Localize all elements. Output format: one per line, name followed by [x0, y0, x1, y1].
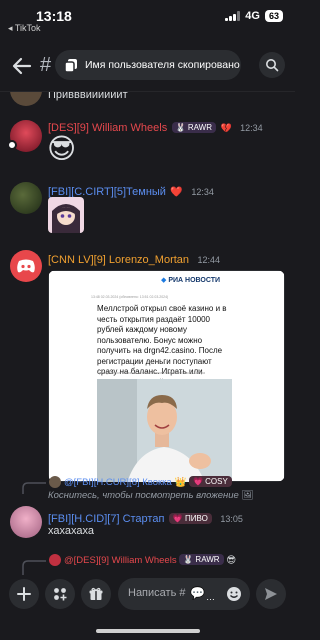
timestamp: 12:34 — [240, 123, 263, 133]
search-icon — [266, 59, 279, 72]
username[interactable]: [CNN LV][9] Lorenzo_Mortan — [48, 254, 189, 266]
input-placeholder: Написать # — [128, 587, 186, 599]
reply-username: @[DES][9] William Wheels — [64, 555, 177, 566]
role-badge: 🐰 RAWR — [179, 554, 224, 565]
article-text: Меллстрой открыл своё казино и в честь о… — [97, 304, 227, 387]
timestamp: 12:44 — [197, 255, 221, 265]
send-button[interactable] — [256, 579, 286, 609]
copy-icon — [64, 59, 77, 73]
role-badge: 💗 COSY — [188, 476, 232, 487]
message-header: [DES][9] William Wheels 🐰 RAWR 💔 12:34 — [48, 118, 263, 136]
message-text: Привввиииииит — [48, 92, 128, 101]
ria-logo: ◆ РИА НОВОСТИ — [161, 277, 221, 284]
status-indicator — [7, 140, 17, 150]
avatar[interactable] — [10, 182, 42, 214]
role-badge: 💗 ПИВО — [168, 513, 212, 524]
timestamp: 13:05 — [220, 514, 243, 524]
clock: 13:18 — [36, 8, 72, 24]
plus-icon — [17, 587, 31, 601]
avatar[interactable] — [10, 506, 42, 538]
emoji-picker-icon[interactable] — [226, 586, 242, 602]
add-attachment-button[interactable] — [9, 579, 39, 609]
image-icon: 🖼 — [241, 490, 254, 501]
battery-icon: 63 — [264, 10, 283, 22]
reply-line-icon — [22, 482, 46, 494]
toast-text: Имя пользователя скопировано — [85, 59, 240, 71]
reply-preview[interactable]: @[FBI][H.CUR][8] Квокка 👑 💗 COSY — [64, 476, 232, 488]
reply-avatar — [49, 554, 61, 566]
reply-username: @[FBI][H.CUR][8] Квокка — [64, 477, 172, 488]
signal-icon — [225, 11, 241, 21]
role-badge: 🐰 RAWR — [171, 122, 216, 133]
sticker-image[interactable] — [48, 197, 84, 233]
emoji: 😎 — [226, 555, 237, 566]
crown-icon: 👑 — [174, 477, 187, 488]
timestamp: 12:34 — [191, 187, 214, 197]
send-icon — [265, 588, 277, 600]
message-list[interactable]: Привввиииииит [DES][9] William Wheels 🐰 … — [0, 92, 295, 575]
status-bar: 13:18 ◂ TikTok 4G 63 — [0, 0, 295, 34]
message-input-bar: Написать # 💬 … — [0, 575, 295, 640]
article-photo — [97, 379, 232, 482]
reply-preview[interactable]: @[DES][9] William Wheels 🐰 RAWR 😎 — [64, 554, 236, 566]
avatar[interactable] — [10, 250, 42, 282]
discord-logo-icon — [17, 259, 35, 272]
gift-icon — [89, 587, 103, 600]
gift-button[interactable] — [81, 579, 111, 609]
image-attachment[interactable]: ◆ РИА НОВОСТИ 13:48 02.03.2024 (обновлен… — [48, 270, 285, 482]
reply-line-icon — [22, 560, 46, 575]
copied-toast: Имя пользователя скопировано — [55, 50, 241, 80]
status-icons: 4G 63 — [225, 10, 283, 22]
emoji-message: 😎 — [47, 133, 77, 164]
message-text: хахахаха — [48, 525, 94, 537]
avatar[interactable] — [10, 92, 42, 106]
article-caption: Тревор Гибсон в личном автомобильном лим… — [97, 371, 206, 375]
home-indicator — [96, 629, 200, 633]
back-arrow-icon[interactable] — [10, 54, 34, 78]
article-meta: 13:48 02.03.2024 (обновлено: 13:51 02.03… — [91, 295, 169, 299]
message-header: [CNN LV][9] Lorenzo_Mortan 12:44 — [48, 250, 220, 268]
reply-avatar — [49, 476, 61, 488]
search-button[interactable] — [259, 52, 285, 78]
message-input[interactable]: Написать # 💬 … — [118, 578, 250, 610]
username[interactable]: [FBI][H.CID][7] Стартап — [48, 513, 164, 525]
heart-icon: 💔 — [220, 123, 232, 133]
article-screenshot: ◆ РИА НОВОСТИ 13:48 02.03.2024 (обновлен… — [49, 271, 284, 482]
speech-bubble-icon: 💬 — [190, 586, 205, 600]
back-to-app-link[interactable]: ◂ TikTok — [8, 23, 41, 34]
apps-icon — [54, 588, 67, 601]
channel-header: # Имя пользователя скопировано — [0, 40, 295, 92]
heart-icon: ❤️ — [170, 187, 183, 198]
network-type: 4G — [245, 10, 260, 22]
apps-button[interactable] — [45, 579, 75, 609]
reply-attachment-hint[interactable]: Коснитесь, чтобы посмотреть вложение 🖼 — [48, 490, 254, 501]
